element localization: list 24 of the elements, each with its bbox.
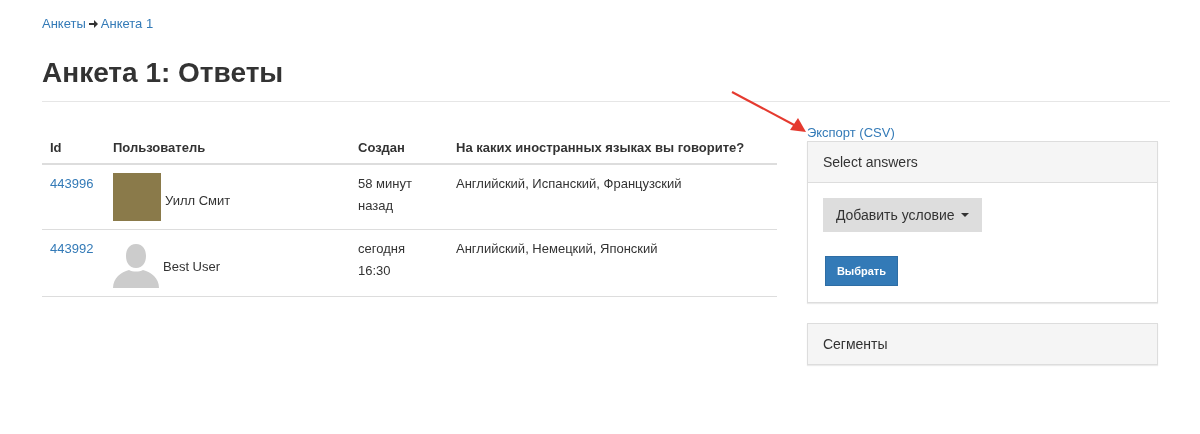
answer-text: Английский, Испанский, Французский: [456, 176, 682, 191]
breadcrumb-link[interactable]: Анкета 1: [100, 16, 154, 31]
answer-text: Английский, Немецкий, Японский: [456, 241, 658, 256]
add-condition-dropdown[interactable]: Добавить условие: [822, 198, 982, 232]
breadcrumb-link[interactable]: Анкеты: [42, 16, 86, 31]
column-header: Создан: [358, 140, 405, 155]
created-time: 58 минут назад: [358, 176, 412, 213]
id-link[interactable]: 443992: [50, 241, 94, 256]
page-title: Анкета 1: Ответы: [42, 57, 284, 89]
user-name: Best User: [163, 258, 221, 276]
id-link[interactable]: 443996: [50, 176, 94, 191]
select-button[interactable]: Выбрать: [824, 256, 898, 286]
photo-placeholder: [113, 173, 161, 221]
panel-header: Сегменты: [807, 324, 1157, 364]
column-header: Id: [50, 140, 62, 155]
panel-header: Select answers: [807, 142, 1157, 182]
column-header: На каких иностранных языках вы говорите?: [456, 140, 745, 155]
column-header: Пользователь: [113, 140, 206, 155]
created-time: сегодня 16:30: [358, 241, 405, 278]
user-silhouette-icon: [113, 244, 159, 288]
export-link[interactable]: Экспорт (CSV): [806, 125, 895, 140]
arrow-right-icon: [88, 19, 98, 28]
caret-icon: [960, 213, 969, 217]
user-name: Уилл Смит: [165, 192, 231, 210]
